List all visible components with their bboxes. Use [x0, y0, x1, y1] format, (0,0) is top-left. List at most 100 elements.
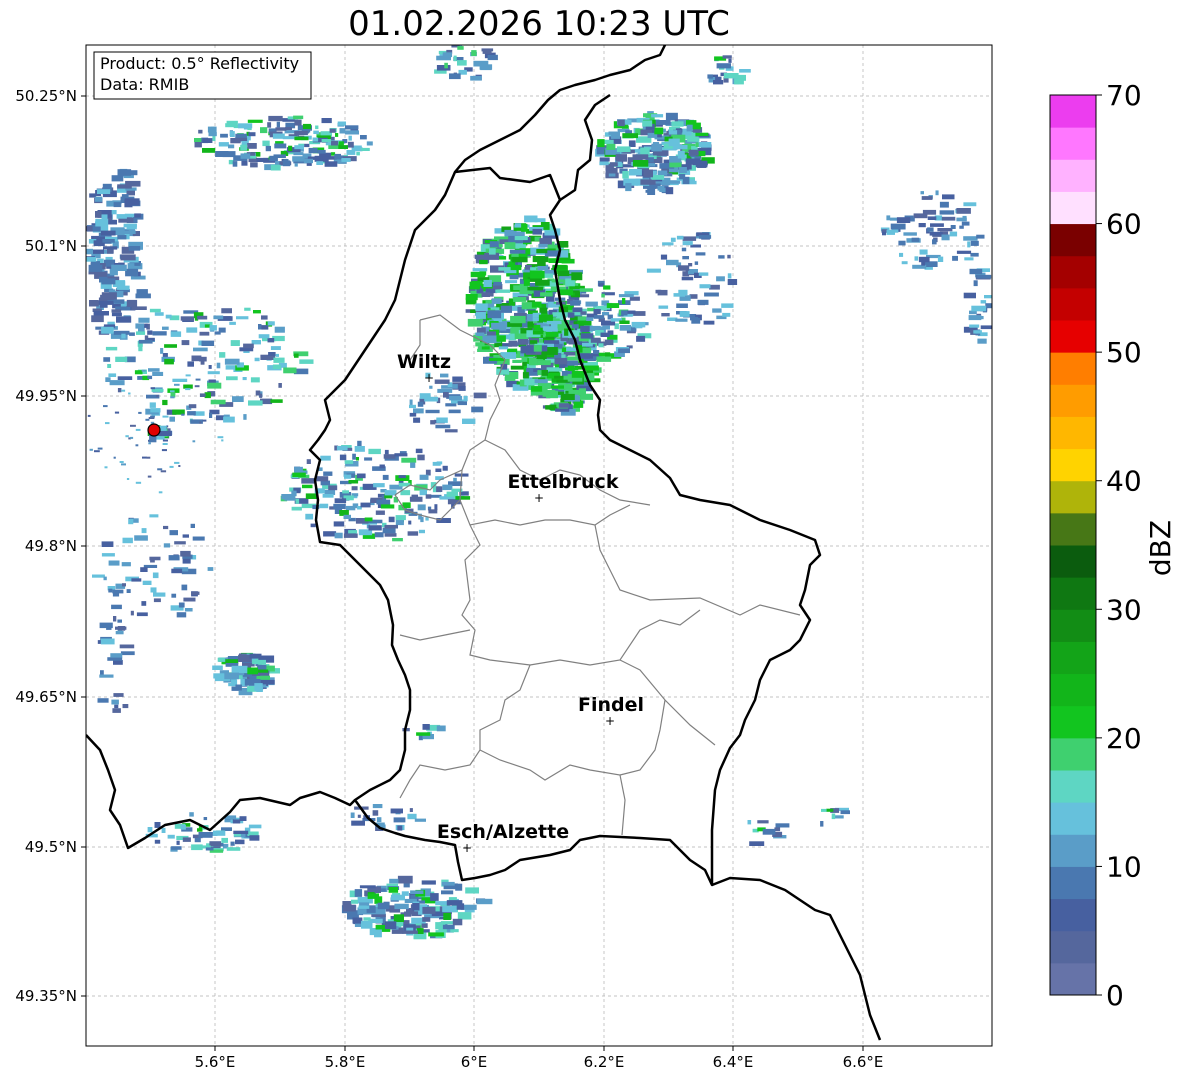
echo-cell — [197, 828, 203, 832]
echo-cell — [615, 154, 627, 162]
echo-cell — [182, 837, 191, 842]
echo-cell — [517, 338, 528, 345]
echo-cell — [417, 504, 426, 511]
echo-cell — [191, 844, 203, 851]
echo-cell — [434, 504, 438, 511]
echo-cell — [278, 383, 282, 388]
echo-cell — [491, 322, 506, 330]
echo-cell — [117, 235, 127, 240]
echo-cell — [128, 518, 134, 525]
echo-cell — [152, 371, 164, 376]
echo-cell — [597, 139, 605, 148]
echo-cell — [366, 141, 373, 146]
echo-cell — [150, 408, 161, 413]
echo-cell — [690, 316, 699, 321]
echo-cell — [103, 576, 107, 581]
echo-cell — [658, 305, 669, 309]
echo-cell — [655, 120, 671, 125]
echo-cell — [666, 259, 679, 266]
echo-cell — [149, 402, 156, 408]
echo-cell — [443, 392, 449, 398]
echo-cell — [343, 533, 358, 538]
echo-cell — [950, 225, 956, 229]
echo-cell — [123, 170, 138, 176]
echo-cell — [258, 334, 270, 339]
echo-cell — [678, 265, 690, 271]
echo-cell — [141, 601, 147, 606]
echo-cell — [407, 813, 417, 820]
echo-cell — [189, 812, 194, 817]
echo-cell — [453, 55, 457, 62]
echo-cell — [207, 371, 220, 375]
echo-cell — [121, 463, 126, 466]
echo-cell — [135, 481, 142, 484]
echo-cell — [970, 240, 979, 246]
echo-cell — [115, 356, 128, 362]
echo-cell — [235, 684, 242, 691]
echo-cell — [217, 436, 224, 439]
echo-cell — [323, 471, 333, 476]
echo-cell — [320, 455, 331, 461]
echo-cell — [323, 531, 337, 537]
echo-cell — [675, 318, 688, 322]
echo-cell — [542, 389, 556, 397]
echo-cell — [165, 314, 172, 319]
echo-cell — [210, 399, 226, 405]
echo-cell — [113, 202, 122, 208]
echo-cell — [152, 572, 159, 579]
echo-cell — [258, 324, 262, 330]
echo-cell — [178, 602, 185, 608]
echo-cell — [344, 130, 359, 135]
echo-cell — [722, 55, 732, 59]
echo-cell — [94, 196, 103, 202]
echo-cell — [921, 196, 933, 200]
echo-cell — [336, 445, 348, 451]
echo-cell — [520, 345, 536, 354]
echo-cell — [191, 355, 202, 362]
echo-cell — [376, 817, 382, 823]
echo-cell — [625, 183, 632, 192]
echo-cell — [198, 129, 203, 134]
colorbar-bin — [1050, 770, 1096, 803]
echo-cell — [392, 538, 403, 542]
echo-cell — [202, 148, 216, 153]
echo-cell — [463, 395, 468, 402]
echo-cell — [368, 525, 382, 531]
echo-cell — [224, 672, 239, 680]
echo-cell — [242, 377, 247, 381]
echo-cell — [540, 292, 553, 297]
echo-cell — [505, 280, 518, 284]
echo-cell — [593, 315, 604, 319]
echo-cell — [356, 473, 366, 479]
echo-cell — [452, 376, 463, 382]
echo-cell — [344, 460, 354, 464]
echo-cell — [619, 325, 631, 331]
echo-cell — [952, 255, 958, 261]
echo-cell — [267, 338, 275, 343]
lon-tick-label: 6.2°E — [584, 1053, 625, 1071]
echo-cell — [255, 390, 261, 396]
echo-cell — [107, 364, 112, 368]
echo-cell — [647, 187, 656, 195]
echo-cell — [495, 289, 511, 293]
echo-cell — [718, 255, 725, 259]
echo-cell — [162, 415, 169, 418]
echo-cell — [436, 725, 446, 732]
echo-cell — [294, 353, 299, 358]
echo-cell — [180, 316, 195, 321]
echo-cell — [970, 252, 979, 257]
echo-cell — [428, 932, 444, 937]
echo-cell — [932, 239, 937, 245]
echo-cell — [959, 225, 964, 229]
echo-cell — [681, 247, 687, 252]
echo-cell — [348, 530, 358, 534]
echo-cell — [182, 558, 191, 564]
colorbar-tick-label: 0 — [1106, 979, 1124, 1012]
echo-cell — [112, 592, 120, 597]
echo-cell — [226, 120, 238, 126]
echo-cell — [120, 254, 136, 261]
echo-cell — [384, 524, 398, 529]
echo-cell — [976, 274, 992, 279]
echo-cell — [566, 347, 577, 352]
echo-cell — [274, 143, 287, 149]
